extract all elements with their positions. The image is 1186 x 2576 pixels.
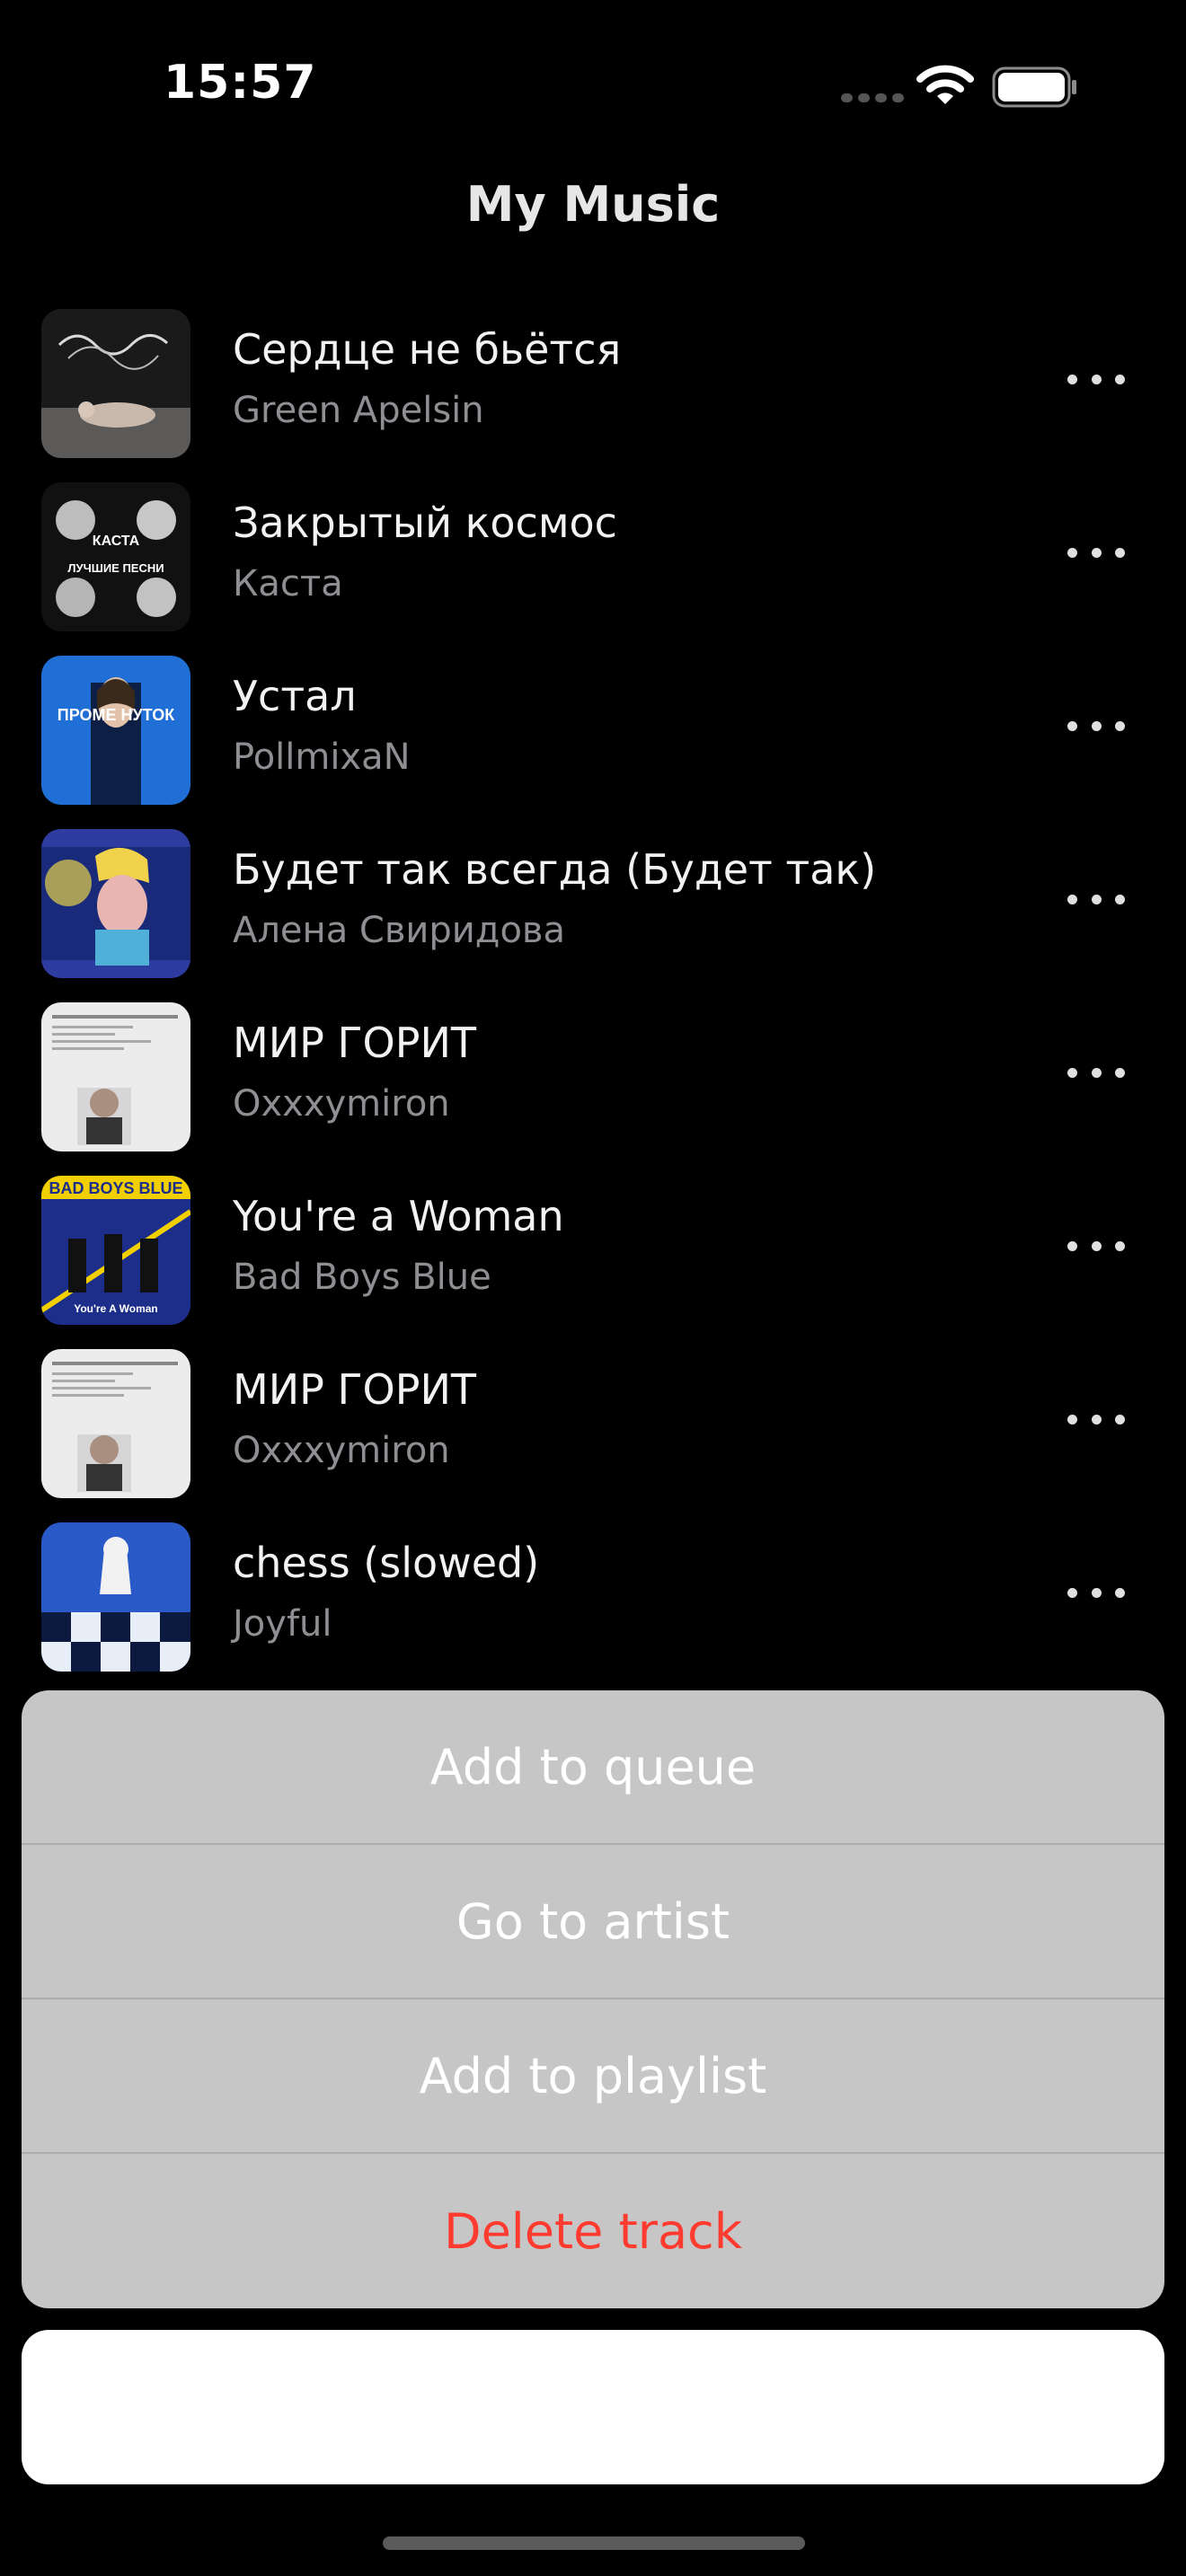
- album-cover: [41, 829, 190, 978]
- track-title: You're a Woman: [233, 1192, 564, 1240]
- status-bar: 15:57: [0, 0, 1186, 171]
- album-cover: [41, 1002, 190, 1151]
- action-sheet: Add to queue Go to artist Add to playlis…: [22, 1690, 1164, 2308]
- track-title: МИР ГОРИТ: [233, 1365, 476, 1414]
- status-time: 15:57: [164, 56, 317, 110]
- delete-track-button[interactable]: Delete track: [22, 2154, 1164, 2308]
- track-artist: Joyful: [233, 1603, 332, 1645]
- album-cover: КАСТА ЛУЧШИЕ ПЕСНИ: [41, 482, 190, 631]
- more-options-button[interactable]: [1060, 1219, 1132, 1273]
- track-title: Будет так всегда (Будет так): [233, 845, 877, 894]
- more-options-button[interactable]: [1060, 352, 1132, 406]
- more-options-button[interactable]: [1060, 699, 1132, 753]
- cover-text: You're A Woman: [74, 1302, 158, 1315]
- track-row[interactable]: КАСТА ЛУЧШИЕ ПЕСНИ Закрытый космос Каста: [0, 479, 1186, 652]
- track-row[interactable]: МИР ГОРИТ Oxxxymiron: [0, 1345, 1186, 1519]
- cover-text: ПРОМЕ НУТОК: [58, 706, 175, 724]
- track-title: МИР ГОРИТ: [233, 1019, 476, 1067]
- track-row[interactable]: Сердце не бьётся Green Apelsin: [0, 305, 1186, 479]
- cellular-signal-icon: [841, 93, 904, 102]
- album-cover: ПРОМЕ НУТОК: [41, 656, 190, 805]
- track-artist: PollmixaN: [233, 737, 411, 778]
- track-row[interactable]: chess (slowed) Joyful: [0, 1519, 1186, 1692]
- add-to-playlist-button[interactable]: Add to playlist: [22, 1999, 1164, 2154]
- track-row[interactable]: Будет так всегда (Будет так) Алена Свири…: [0, 825, 1186, 999]
- album-cover: [41, 1349, 190, 1498]
- track-artist: Каста: [233, 563, 343, 604]
- track-artist: Алена Свиридова: [233, 910, 566, 951]
- album-cover: BAD BOYS BLUE You're A Woman: [41, 1176, 190, 1325]
- track-list: Сердце не бьётся Green Apelsin КАСТА ЛУЧ…: [0, 305, 1186, 1692]
- screen: 15:57 My Music Сердце не бьётся Green Ap…: [0, 0, 1186, 2576]
- track-title: Сердце не бьётся: [233, 325, 622, 374]
- album-cover: [41, 309, 190, 458]
- track-artist: Oxxxymiron: [233, 1430, 450, 1471]
- track-title: Закрытый космос: [233, 498, 617, 547]
- cancel-button[interactable]: [22, 2330, 1164, 2484]
- more-options-button[interactable]: [1060, 872, 1132, 926]
- more-options-button[interactable]: [1060, 1566, 1132, 1619]
- album-cover: [41, 1522, 190, 1672]
- cover-text: КАСТА: [93, 534, 140, 549]
- more-options-button[interactable]: [1060, 1045, 1132, 1099]
- wifi-icon: [916, 65, 974, 104]
- cover-text: ЛУЧШИЕ ПЕСНИ: [67, 561, 164, 575]
- battery-icon: [992, 66, 1076, 108]
- track-title: chess (slowed): [233, 1539, 540, 1587]
- track-artist: Bad Boys Blue: [233, 1257, 491, 1298]
- track-row[interactable]: ПРОМЕ НУТОК Устал PollmixaN: [0, 652, 1186, 825]
- page-title: My Music: [465, 176, 721, 233]
- track-artist: Green Apelsin: [233, 390, 484, 431]
- more-options-button[interactable]: [1060, 525, 1132, 579]
- track-row[interactable]: МИР ГОРИТ Oxxxymiron: [0, 999, 1186, 1172]
- track-title: Устал: [233, 672, 357, 720]
- go-to-artist-button[interactable]: Go to artist: [22, 1845, 1164, 1999]
- more-options-button[interactable]: [1060, 1392, 1132, 1446]
- add-to-queue-button[interactable]: Add to queue: [22, 1690, 1164, 1845]
- track-artist: Oxxxymiron: [233, 1083, 450, 1125]
- home-indicator: [383, 2536, 805, 2550]
- cover-text: BAD BOYS BLUE: [49, 1179, 182, 1197]
- track-row[interactable]: BAD BOYS BLUE You're A Woman You're a Wo…: [0, 1172, 1186, 1345]
